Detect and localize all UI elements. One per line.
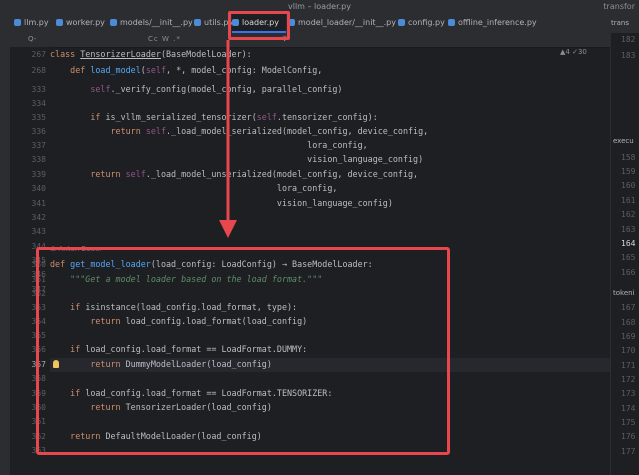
annotation-arrow [219, 40, 237, 238]
